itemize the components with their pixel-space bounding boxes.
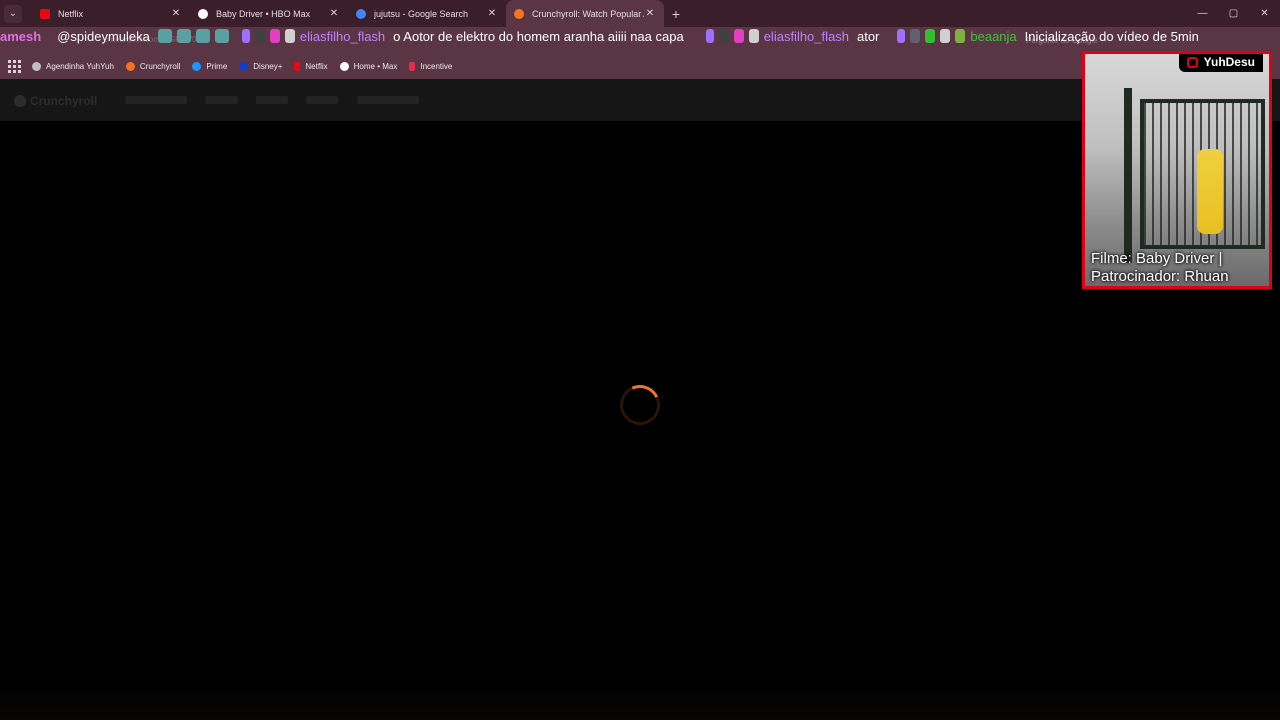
bookmark-prime[interactable]: Prime <box>192 62 227 71</box>
emote-icon <box>157 29 172 43</box>
badge-icon <box>269 29 280 43</box>
stream-overlay: YuhDesu Filme: Baby Driver | Patrocinado… <box>1082 51 1272 289</box>
minimize-icon[interactable]: — <box>1187 0 1218 27</box>
bookmark-label: Home • Max <box>353 62 398 71</box>
loading-spinner-icon <box>614 379 666 431</box>
badge-icon <box>940 29 951 43</box>
badge-icon <box>733 29 744 43</box>
bottom-fade <box>0 684 1280 720</box>
tab-close-icon[interactable]: ✕ <box>170 8 182 19</box>
tab-title: Netflix <box>58 8 84 19</box>
emote-icon <box>195 29 210 43</box>
badge-icon <box>748 29 759 43</box>
chat-message: @spideymuleka <box>57 29 234 44</box>
chat-message: eliasfilho_flash o Aotor de elektro do h… <box>241 28 684 44</box>
chat-message: beaanja Inicialização do vídeo de 5min <box>897 28 1199 44</box>
cage-pole <box>1124 88 1132 263</box>
apps-grid-icon[interactable] <box>8 59 22 74</box>
overlay-caption: Filme: Baby Driver | Patrocinador: Rhuan <box>1091 250 1229 286</box>
bookmark-label: Agendinha YuhYuh <box>46 62 114 71</box>
crunchyroll-logo-icon <box>14 95 26 107</box>
tab-close-icon[interactable]: ✕ <box>486 8 498 19</box>
tab-close-icon[interactable]: ✕ <box>328 8 340 19</box>
chat-message: eliasfilho_flash ator <box>705 28 880 44</box>
badge-icon <box>254 29 265 43</box>
emote-icon <box>176 29 191 43</box>
crunchyroll-favicon-icon <box>514 8 524 19</box>
bookmark-label: Incentive <box>420 62 453 71</box>
chat-username: eliasfilho_flash <box>763 28 849 44</box>
badge-icon <box>284 29 295 43</box>
maximize-icon[interactable]: ▢ <box>1218 0 1249 27</box>
bookmark-label: Prime <box>206 62 228 71</box>
chat-text: ator <box>856 28 880 44</box>
badge-icon <box>241 29 250 43</box>
badge-icon <box>705 29 714 43</box>
crunchyroll-logo[interactable]: Crunchyroll <box>14 94 97 108</box>
tab-title: Baby Driver • HBO Max <box>216 8 311 19</box>
close-window-icon[interactable]: ✕ <box>1249 0 1280 27</box>
tab-title: jujutsu - Google Search <box>374 8 469 19</box>
tab-crunchyroll[interactable]: Crunchyroll: Watch Popular Ani ✕ <box>506 0 664 27</box>
nav-placeholder <box>125 96 187 104</box>
google-favicon-icon <box>356 8 366 19</box>
caption-movie: Filme: Baby Driver | <box>1091 250 1223 267</box>
chat-username: beaanja <box>970 28 1017 44</box>
chat-username: eliasfilho_flash <box>299 28 386 44</box>
netflix-favicon-icon <box>40 8 50 19</box>
nav-placeholder <box>256 96 288 104</box>
crunchyroll-logo-text: Crunchyroll <box>30 94 98 108</box>
tab-google-search[interactable]: jujutsu - Google Search ✕ <box>348 0 506 27</box>
bookmark-label: Crunchyroll <box>139 62 181 71</box>
badge-icon <box>718 29 729 43</box>
bookmark-label: Netflix <box>305 62 328 71</box>
tab-netflix[interactable]: Netflix ✕ <box>32 0 190 27</box>
nav-placeholder <box>357 96 419 104</box>
emote-icon <box>214 29 229 43</box>
bookmark-disney[interactable]: Disney+ <box>239 62 282 71</box>
chat-text: o Aotor de elektro do homem aranha aiiii… <box>393 28 684 44</box>
instagram-brand: YuhDesu <box>1178 54 1263 72</box>
bookmark-netflix[interactable]: Netflix <box>294 62 328 71</box>
window-controls: — ▢ ✕ <box>1187 0 1280 27</box>
tab-hbo-max[interactable]: Baby Driver • HBO Max ✕ <box>190 0 348 27</box>
netflix-icon <box>294 62 301 71</box>
crunchyroll-icon <box>125 62 135 71</box>
caption-sponsor: Patrocinador: Rhuan <box>1091 268 1229 285</box>
badge-icon <box>955 29 966 43</box>
tab-title: Crunchyroll: Watch Popular Ani <box>532 8 644 19</box>
tab-close-icon[interactable]: ✕ <box>644 8 656 19</box>
chat-username: @spideymuleka <box>57 28 150 44</box>
disney-icon <box>239 62 249 71</box>
brand-name: YuhDesu <box>1203 55 1255 69</box>
badge-icon <box>925 29 936 43</box>
chat-username: amesh <box>0 28 42 44</box>
max-icon <box>339 62 349 71</box>
prime-icon <box>192 62 202 71</box>
nav-placeholder <box>205 96 238 104</box>
nav-placeholder <box>306 96 338 104</box>
browser-tab-strip: ⌄ Netflix ✕ Baby Driver • HBO Max ✕ juju… <box>0 0 1280 27</box>
globe-icon <box>32 62 41 71</box>
tab-search-chevron-icon[interactable]: ⌄ <box>4 4 22 23</box>
incentive-icon <box>409 62 416 71</box>
tab-list: Netflix ✕ Baby Driver • HBO Max ✕ jujuts… <box>32 0 664 27</box>
badge-icon <box>910 29 921 43</box>
bookmark-home-max[interactable]: Home • Max <box>339 62 398 71</box>
bookmark-label: Disney+ <box>253 62 283 71</box>
badge-icon <box>897 29 906 43</box>
chat-text: Inicialização do vídeo de 5min <box>1024 28 1199 44</box>
bookmark-incentive[interactable]: Incentive <box>409 62 452 71</box>
bookmark-crunchyroll[interactable]: Crunchyroll <box>125 62 181 71</box>
bird-feeder <box>1197 149 1223 234</box>
bookmark-agendinha[interactable]: Agendinha YuhYuh <box>32 62 114 71</box>
hbo-max-favicon-icon <box>198 8 208 19</box>
new-tab-plus-icon[interactable]: + <box>664 0 688 27</box>
instagram-icon <box>1186 56 1198 68</box>
chat-message: amesh <box>0 29 49 44</box>
chat-ticker: amesh @spideymuleka eliasfilho_flash o A… <box>0 27 1280 45</box>
